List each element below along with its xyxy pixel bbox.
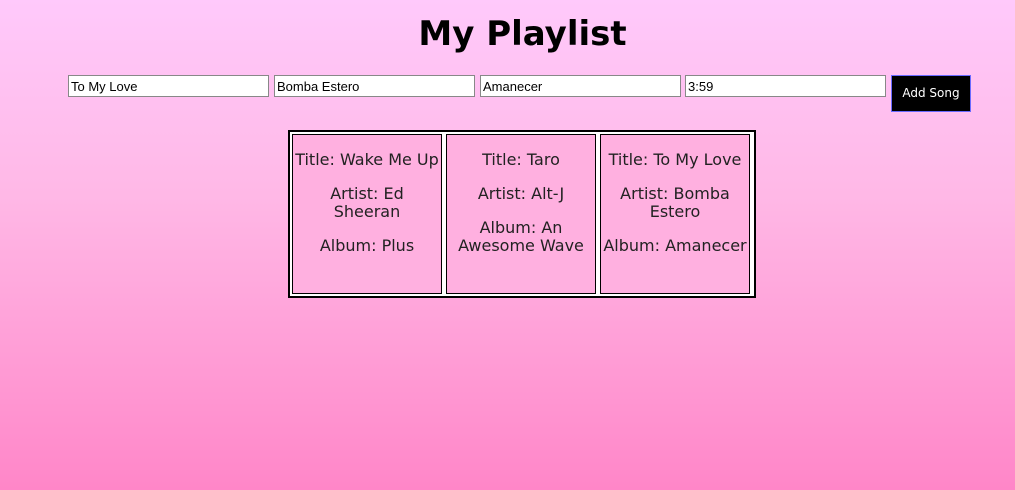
song-title-input[interactable] (68, 75, 269, 97)
song-album: Album: Amanecer (603, 236, 747, 255)
song-album: Album: An Awesome Wave (458, 218, 584, 255)
song-album-input[interactable] (480, 75, 681, 97)
song-title: Title: Wake Me Up (295, 150, 439, 169)
song-title: Title: To My Love (608, 150, 742, 169)
song-length-input[interactable] (685, 75, 886, 97)
song-album: Album: Plus (319, 236, 415, 255)
song-card: Title: To My Love Artist: Bomba Estero A… (600, 134, 750, 294)
song-artist: Artist: Bomba Estero (620, 184, 730, 221)
song-artist-input[interactable] (274, 75, 475, 97)
page-title: My Playlist (418, 14, 627, 54)
song-title: Title: Taro (482, 150, 560, 169)
add-song-button[interactable]: Add Song (891, 75, 971, 112)
playlist-grid: Title: Wake Me Up Artist: Ed Sheeran Alb… (288, 130, 756, 298)
song-artist: Artist: Ed Sheeran (330, 184, 404, 221)
song-card: Title: Wake Me Up Artist: Ed Sheeran Alb… (292, 134, 442, 294)
song-card: Title: Taro Artist: Alt-J Album: An Awes… (446, 134, 596, 294)
song-artist: Artist: Alt-J (477, 184, 565, 203)
add-song-form: Add Song (68, 75, 978, 113)
